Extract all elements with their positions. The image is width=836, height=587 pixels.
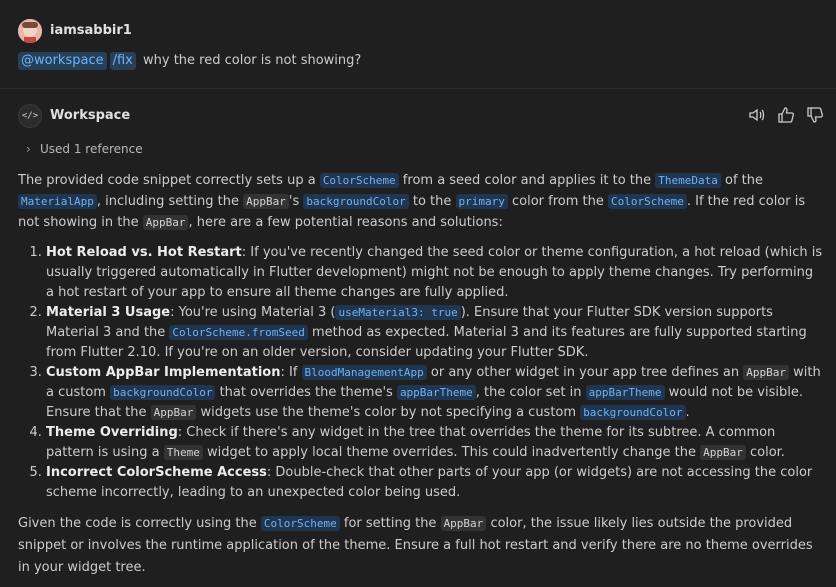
reference-label: Used 1 reference: [40, 142, 143, 156]
read-aloud-icon[interactable]: [748, 106, 766, 124]
fix-command-chip[interactable]: /fix: [109, 52, 136, 70]
list-item: Hot Reload vs. Hot Restart: If you've re…: [46, 243, 824, 303]
user-avatar: [18, 19, 42, 43]
response-body: The provided code snippet correctly sets…: [18, 170, 824, 579]
list-item: Theme Overriding: Check if there's any w…: [46, 423, 824, 463]
agent-name: Workspace: [50, 108, 131, 123]
thumbs-down-icon[interactable]: [806, 106, 824, 124]
workspace-agent-chip[interactable]: @workspace: [18, 52, 107, 70]
list-item: Custom AppBar Implementation: If BloodMa…: [46, 363, 824, 423]
conclusion-paragraph: Given the code is correctly using the Co…: [18, 516, 813, 575]
response-header: </> Workspace: [0, 100, 836, 132]
prompt-text: why the red color is not showing?: [143, 53, 362, 68]
response-actions: [741, 106, 824, 124]
list-item: Material 3 Usage: You're using Material …: [46, 303, 824, 363]
intro-paragraph: The provided code snippet correctly sets…: [18, 173, 806, 230]
reasons-list: Hot Reload vs. Hot Restart: If you've re…: [18, 243, 824, 503]
user-prompt: @workspace/fix why the red color is not …: [18, 52, 361, 70]
code-icon: </>: [18, 104, 42, 128]
chevron-right-icon: ›: [26, 142, 31, 156]
chat-request: iamsabbir1 @workspace/fix why the red co…: [0, 0, 836, 88]
divider: [0, 88, 836, 89]
thumbs-up-icon[interactable]: [777, 106, 795, 124]
username: iamsabbir1: [50, 23, 132, 38]
list-item: Incorrect ColorScheme Access: Double-che…: [46, 463, 824, 503]
used-references-toggle[interactable]: › Used 1 reference: [26, 142, 143, 156]
